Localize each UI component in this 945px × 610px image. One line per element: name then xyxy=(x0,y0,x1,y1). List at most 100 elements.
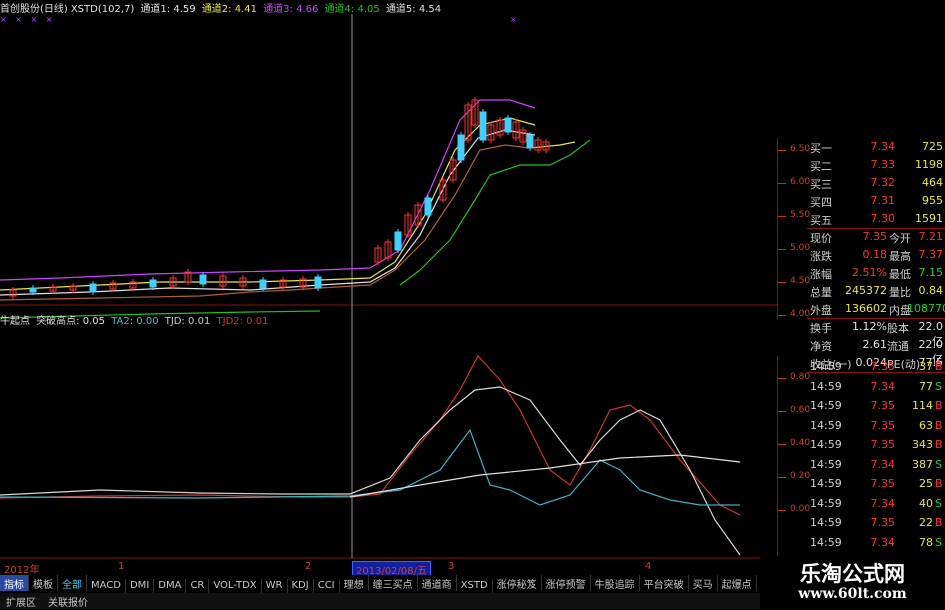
price-and-indicator-chart[interactable] xyxy=(0,0,777,575)
stat-value: 108770 xyxy=(907,302,945,315)
stat-value: 7.35 xyxy=(862,230,888,243)
candle-body xyxy=(29,287,37,293)
tick-row: 14:59 7.35 114 B xyxy=(807,397,945,415)
tick-side: B xyxy=(935,516,943,529)
cursor-date-label: 2013/02/08/五 xyxy=(352,561,432,577)
bid-price: 7.30 xyxy=(870,212,896,225)
indicator-tab[interactable]: 起爆点 xyxy=(718,575,757,591)
tick-volume: 114 xyxy=(912,399,933,412)
indicator-tab[interactable]: 指标 xyxy=(0,575,29,591)
bid-label: 买一 xyxy=(810,142,832,155)
tick-price: 7.35 xyxy=(870,360,896,373)
date-month-1: 1 xyxy=(118,561,125,572)
candle-body xyxy=(314,276,322,289)
tick-side: S xyxy=(935,535,942,549)
channel2-tail xyxy=(529,141,576,149)
tick-side: B xyxy=(935,438,943,451)
stat-label: 总量 xyxy=(810,286,832,299)
tick-volume: 77 xyxy=(919,379,933,393)
fund-label: 流通 xyxy=(887,340,909,353)
stat-value: 7.15 xyxy=(918,266,944,279)
bid-volume: 955 xyxy=(922,194,943,207)
indicator-tab[interactable]: 涨停预警 xyxy=(542,575,591,591)
legend-breakout: 突破高点: 0.05 xyxy=(36,316,106,327)
tick-row: 14:59 7.34 77 S xyxy=(807,378,945,396)
legend-ta2: TA2: 0.00 xyxy=(111,316,159,327)
tjd2-line xyxy=(0,354,741,516)
indicator-tab[interactable]: 平台突破 xyxy=(640,575,689,591)
indicator-tab[interactable]: 模板 xyxy=(29,575,58,591)
stat-value: 2.51% xyxy=(852,266,887,279)
stat-label: 涨幅 xyxy=(810,268,832,281)
tick-time: 14:59 xyxy=(810,496,842,510)
tick-price: 7.35 xyxy=(870,418,896,432)
tick-row: 14:59 7.35 63 B xyxy=(807,417,945,435)
indicator-tab-bar: 指标 模板 全部 MACD DMI DMA CR VOL-TDX WR KDJ CCI 理想 缠三买点通… xyxy=(0,575,760,595)
tick-time: 14:59 xyxy=(810,418,842,432)
bid-price: 7.34 xyxy=(870,140,896,153)
channel2-value: 通道2: 4.41 xyxy=(201,4,257,15)
stat-row: 涨跌 0.18 最高 7.37 xyxy=(807,246,945,264)
tick-price: 7.35 xyxy=(870,516,896,529)
stat-value: 136602 xyxy=(845,302,887,315)
stat-value: 0.18 xyxy=(862,248,888,261)
stat-row: 涨幅 2.51% 最低 7.15 xyxy=(807,264,945,282)
stat-row: 现价 7.35 今开 7.21 xyxy=(807,228,945,246)
tick-row: 14:59 7.34 40 S xyxy=(807,495,945,513)
tick-time: 14:59 xyxy=(810,477,842,490)
channel1-value: 通道1: 4.59 xyxy=(140,4,196,15)
fund-value: 2.61 xyxy=(862,338,888,351)
indicator-tab[interactable]: 牛股追踪 xyxy=(591,575,640,591)
bid-price: 7.32 xyxy=(870,176,896,189)
bid-volume: 725 xyxy=(922,140,943,153)
legend-tjd: TJD: 0.01 xyxy=(164,316,211,327)
related-quote-tab[interactable]: 关联报价 xyxy=(42,593,94,610)
indicator-tab[interactable]: 理想 xyxy=(340,575,369,591)
candle-body xyxy=(149,279,157,288)
tick-row: 14:59 7.34 78 S xyxy=(807,534,945,552)
stat-value: 0.84 xyxy=(918,284,944,297)
candle-body xyxy=(394,231,402,251)
channel3-line xyxy=(0,99,536,281)
tick-side: B xyxy=(935,477,943,490)
tick-row: 14:59 7.35 25 B xyxy=(807,475,945,493)
candle-body xyxy=(89,283,97,293)
tick-volume: 22 xyxy=(919,516,933,529)
bid-row: 买四 7.31 955 xyxy=(807,192,945,210)
site-watermark: 乐淘公式网 www.60lt.com xyxy=(760,556,945,609)
tick-price: 7.35 xyxy=(870,438,896,451)
indicator-name: XSTD(102,7) xyxy=(70,4,135,15)
indicator-tab[interactable]: 全部 xyxy=(58,575,87,591)
tick-price: 7.35 xyxy=(870,399,896,412)
tick-row: 14:59 7.35 22 B xyxy=(807,514,945,532)
tick-side: S xyxy=(935,457,942,471)
tick-price: 7.34 xyxy=(870,457,896,471)
date-month-4: 4 xyxy=(645,561,652,572)
indicator-tab[interactable]: 涨停秘笈 xyxy=(493,575,542,591)
bid-row: 买一 7.34 725 xyxy=(807,138,945,156)
tick-side: S xyxy=(935,496,942,510)
bid-row: 买二 7.33 1198 xyxy=(807,156,945,174)
bid-price: 7.33 xyxy=(870,158,896,171)
legend-tjd2: TJD2: 0.01 xyxy=(216,316,269,327)
stat-row: 外盘 136602 内盘 108770 xyxy=(807,300,945,318)
stat-value: 7.21 xyxy=(918,230,944,243)
tick-time: 14:59 xyxy=(810,438,842,451)
candle-body xyxy=(479,111,487,141)
tick-time: 14:59 xyxy=(810,516,842,529)
tick-time: 14:59 xyxy=(810,535,842,549)
indicator-tab[interactable]: 缠三买点 xyxy=(369,575,418,591)
extension-area-tab[interactable]: 扩展区 xyxy=(0,593,42,610)
tick-side: S xyxy=(935,379,942,393)
bid-label: 买三 xyxy=(810,178,832,191)
tick-time: 14:59 xyxy=(810,457,842,471)
fund-value: 1.12% xyxy=(852,320,887,333)
indicator-tab[interactable]: 买马 xyxy=(689,575,718,591)
indicator-tab[interactable]: 通道商 xyxy=(418,575,457,591)
indicator-axis: 0.80 0.60 0.40 0.20 0.00 xyxy=(777,356,810,576)
stat-row: 总量 245372 量比 0.84 xyxy=(807,282,945,300)
candle-body xyxy=(457,134,465,161)
tick-price: 7.34 xyxy=(870,379,896,393)
tick-price: 7.34 xyxy=(870,496,896,510)
tick-time: 14:59 xyxy=(810,360,842,373)
